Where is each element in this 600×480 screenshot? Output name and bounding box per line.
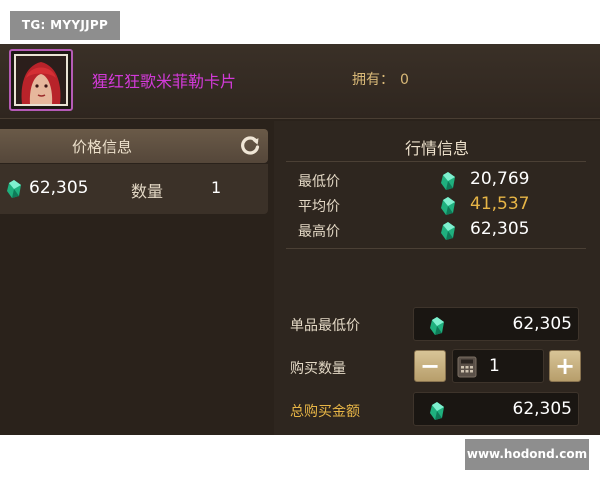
owned-value: 0 [400,72,409,88]
owned-count: 拥有： 0 [352,69,409,89]
gem-icon [430,402,444,420]
minus-icon: − [419,352,441,380]
total-price-label: 总购买金额 [290,404,360,420]
refresh-button[interactable] [236,132,264,160]
listing-price: 62,305 [29,178,89,198]
stat-value-min: 20,769 [470,169,530,189]
stat-label-max: 最高价 [298,224,340,240]
divider [286,248,586,249]
stat-label-min: 最低价 [298,174,340,190]
card-portrait [14,54,68,106]
increase-qty-button[interactable]: + [549,350,581,382]
gem-icon [430,317,444,335]
unit-min-price-value: 62,305 [512,314,572,334]
card-header: 猩红狂歌米菲勒卡片 拥有： 0 [0,44,600,119]
unit-min-price-field: 62,305 [413,307,579,341]
unit-min-price-label: 单品最低价 [290,318,360,334]
watermark-bottom-right: www.hodond.com [465,439,589,470]
refresh-icon [241,136,260,155]
price-info-title: 价格信息 [72,138,133,156]
buy-qty-value: 1 [489,356,500,376]
total-price-value: 62,305 [512,399,572,419]
total-price-field: 62,305 [413,392,579,426]
stat-value-max: 62,305 [470,219,530,239]
watermark-top-left: TG: MYYJJPP [10,11,120,40]
price-listing-row[interactable]: 62,305 数量 1 [0,164,268,214]
gem-icon [441,222,455,240]
game-window: 猩红狂歌米菲勒卡片 拥有： 0 价格信息 62,305 数量 1 行情信息 最低价 [0,44,600,435]
card-name: 猩红狂歌米菲勒卡片 [92,72,237,91]
owned-label: 拥有： [352,72,394,88]
listing-qty-label: 数量 [131,182,164,201]
price-info-header: 价格信息 [0,129,268,163]
divider [286,161,586,162]
plus-icon: + [554,352,576,380]
market-info-title: 行情信息 [404,139,469,158]
calculator-icon [457,356,477,378]
card-avatar[interactable] [9,49,73,111]
buy-qty-input[interactable]: 1 [452,349,544,383]
gem-icon [7,180,21,198]
stat-label-avg: 平均价 [298,199,340,215]
gem-icon [441,197,455,215]
market-info-panel: 行情信息 最低价 20,769 平均价 41,537 最高价 62,305 单品… [274,121,600,435]
decrease-qty-button[interactable]: − [414,350,446,382]
gem-icon [441,172,455,190]
listing-qty-value: 1 [211,178,222,197]
stat-value-avg: 41,537 [470,194,530,214]
buy-qty-label: 购买数量 [290,361,346,377]
